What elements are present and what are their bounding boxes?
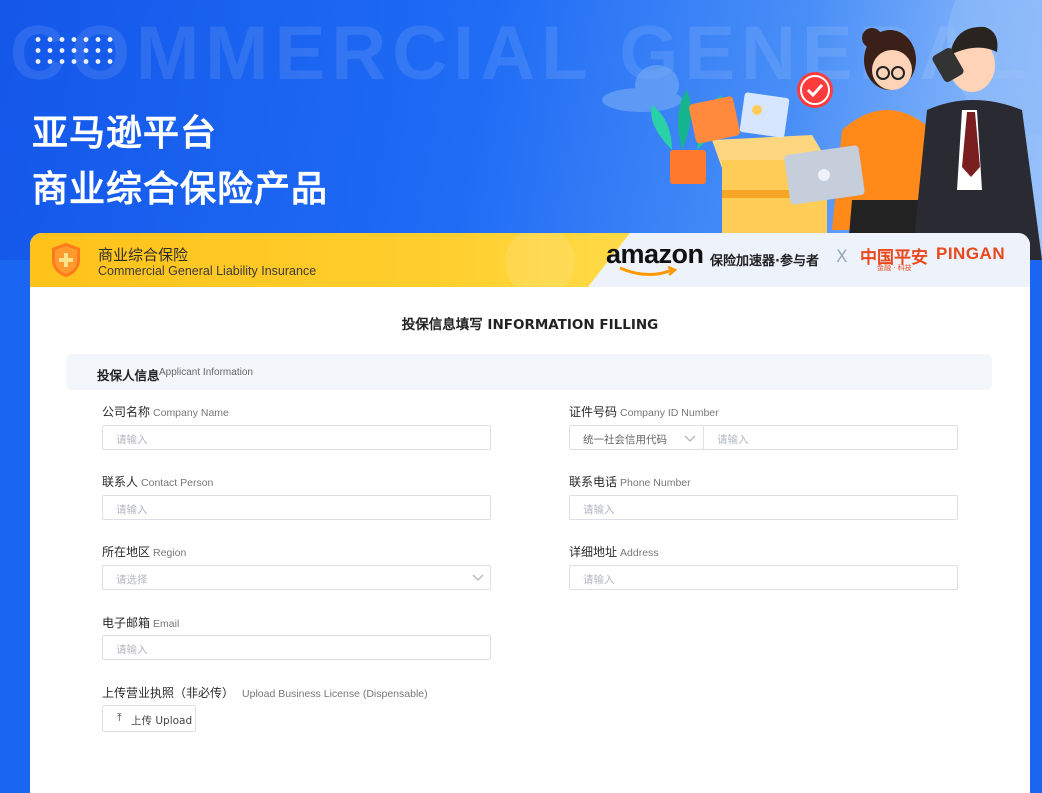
banner-title-en: Commercial General Liability Insurance bbox=[98, 264, 317, 278]
phone-number-label: 联系电话 Phone Number bbox=[569, 475, 691, 489]
company-name-label: 公司名称 Company Name bbox=[102, 405, 229, 419]
banner-title-cn: 商业综合保险 bbox=[98, 246, 189, 264]
upload-license-label: 上传营业执照（非必传） Upload Business License (Disp… bbox=[102, 686, 428, 700]
email-label: 电子邮箱 Email bbox=[102, 616, 180, 630]
section-title-cn: 投保人信息 bbox=[97, 368, 160, 383]
shield-plus-icon bbox=[52, 243, 80, 277]
hero-title-line2: 商业综合保险产品 bbox=[32, 169, 329, 210]
contact-person-input[interactable]: 请输入 bbox=[102, 495, 491, 520]
address-label: 详细地址 Address bbox=[569, 545, 659, 559]
chevron-down-icon bbox=[472, 574, 484, 581]
upload-button[interactable]: ⤒ 上传 Upload bbox=[102, 705, 196, 732]
pingan-logo-en: PINGAN bbox=[936, 244, 1006, 263]
chevron-down-icon bbox=[684, 435, 696, 442]
cloud-icon bbox=[602, 65, 682, 112]
phone-number-input[interactable]: 请输入 bbox=[569, 495, 958, 520]
company-id-label: 证件号码 Company ID Number bbox=[569, 405, 719, 419]
form-card: 商业综合保险 Commercial General Liability Insu… bbox=[30, 233, 1030, 793]
pingan-subtitle: 金融 · 科技 bbox=[877, 264, 912, 272]
product-banner: 商业综合保险 Commercial General Liability Insu… bbox=[30, 233, 1030, 287]
hero-illustration bbox=[602, 0, 1042, 260]
contact-person-label: 联系人 Contact Person bbox=[102, 475, 214, 489]
company-id-type-select[interactable]: 统一社会信用代码 bbox=[569, 425, 704, 450]
company-name-input[interactable]: 请输入 bbox=[102, 425, 491, 450]
form-title: 投保信息填写 INFORMATION FILLING bbox=[401, 317, 659, 333]
section-title-en: Applicant Information bbox=[159, 367, 253, 378]
accelerator-label: 保险加速器·参与者 bbox=[710, 254, 819, 269]
hero-banner: COMMERCIAL GENERAL LIABILITY 亚马逊平台 商业综合保… bbox=[0, 0, 1042, 260]
address-input[interactable]: 请输入 bbox=[569, 565, 958, 590]
company-id-input[interactable]: 请输入 bbox=[703, 425, 958, 450]
amazon-smile-icon bbox=[619, 266, 678, 276]
region-select[interactable]: 请选择 bbox=[102, 565, 491, 590]
email-input[interactable]: 请输入 bbox=[102, 635, 491, 660]
section-header-applicant: 投保人信息 Applicant Information bbox=[66, 354, 992, 390]
x-separator: X bbox=[836, 247, 848, 267]
hero-title-line1: 亚马逊平台 bbox=[32, 113, 218, 154]
region-label: 所在地区 Region bbox=[102, 545, 187, 559]
dot-pattern-icon bbox=[32, 34, 114, 68]
check-badge-icon bbox=[797, 72, 833, 108]
upload-icon: ⤒ bbox=[117, 711, 122, 724]
